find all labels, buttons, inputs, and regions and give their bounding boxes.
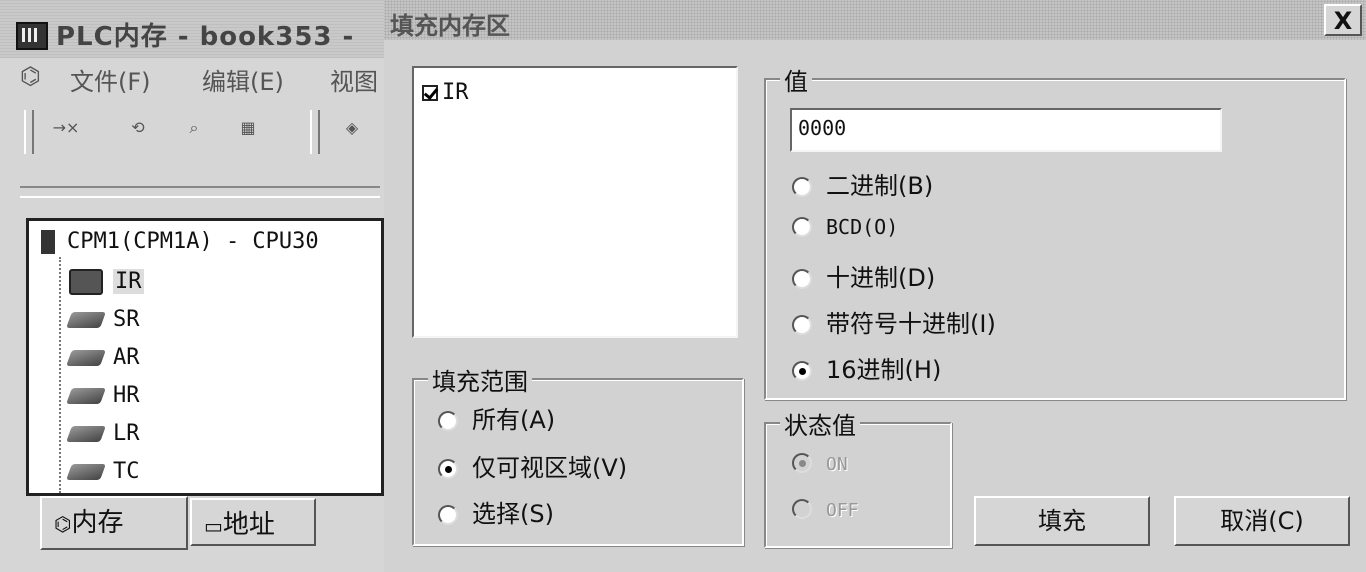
title-bar: PLC内存 - book353 - — [0, 0, 384, 58]
radio-bcd[interactable]: BCD(O) — [792, 212, 898, 246]
radio-visible-only[interactable]: 仅可视区域(V) — [438, 448, 627, 482]
fill-memory-dialog: 填充内存区 X IR 值 0000 二进制(B) BCD(O) 十进制(D) 带… — [384, 0, 1366, 572]
close-button[interactable]: X — [1324, 4, 1362, 36]
toolbar-grip[interactable] — [24, 110, 34, 154]
menu-file[interactable]: 文件(F) — [70, 62, 151, 97]
plc-icon — [41, 230, 55, 254]
app-icon — [16, 22, 48, 50]
radio-icon — [792, 217, 812, 237]
menu-bar: ⌬ 文件(F) 编辑(E) 视图 — [0, 60, 384, 96]
radio-icon — [438, 411, 458, 431]
radio-selected-icon — [792, 361, 812, 381]
tab-memory[interactable]: ⌬内存 — [40, 496, 188, 550]
radio-binary[interactable]: 二进制(B) — [792, 166, 933, 200]
splitter[interactable] — [20, 186, 380, 198]
radio-icon — [792, 177, 812, 197]
address-tab-icon: ▭ — [204, 514, 223, 538]
tab-strip: ⌬内存 ▭地址 — [40, 494, 380, 552]
ir-checkbox[interactable] — [422, 85, 438, 101]
fill-icon[interactable]: ◈ — [336, 118, 368, 146]
list-item-ir[interactable]: IR — [422, 80, 469, 105]
tree-item-tc[interactable]: TC — [66, 459, 140, 493]
find-icon[interactable]: ⌕ — [178, 118, 210, 146]
tree-item-hr[interactable]: HR — [66, 383, 140, 417]
plc-memory-window: PLC内存 - book353 - ⌬ 文件(F) 编辑(E) 视图 →× ⟲ … — [0, 0, 386, 572]
cancel-button[interactable]: 取消(C) — [1174, 496, 1350, 546]
tree-item-ar[interactable]: AR — [66, 345, 140, 379]
radio-hex[interactable]: 16进制(H) — [792, 350, 941, 384]
tree-connector — [59, 257, 61, 493]
chip-icon — [66, 388, 106, 404]
menu-view[interactable]: 视图 — [330, 62, 378, 97]
radio-icon — [438, 505, 458, 525]
tree-item-ir[interactable]: IR — [69, 269, 144, 303]
chip-icon: ⌬ — [20, 62, 41, 90]
menu-edit[interactable]: 编辑(E) — [202, 62, 284, 97]
chip-icon: ⌬ — [54, 512, 72, 536]
address-icon[interactable]: ▦ — [232, 118, 264, 146]
monitor-icon — [69, 269, 103, 295]
state-group-label: 状态值 — [780, 406, 860, 441]
memory-tree: CPM1(CPM1A) - CPU30 IR SR AR HR LR TC — [26, 218, 384, 496]
radio-all[interactable]: 所有(A) — [438, 400, 555, 434]
chip-icon — [66, 464, 106, 480]
toolbar: →× ⟲ ⌕ ▦ ◈ — [10, 104, 384, 154]
dialog-title: 填充内存区 — [390, 12, 510, 40]
fill-button[interactable]: 填充 — [974, 496, 1150, 546]
memory-area-list[interactable]: IR — [412, 66, 738, 338]
radio-selection[interactable]: 选择(S) — [438, 494, 554, 528]
radio-icon — [792, 315, 812, 335]
chip-icon — [66, 426, 106, 442]
toolbar-grip-2[interactable] — [310, 110, 320, 154]
tree-item-sr[interactable]: SR — [66, 307, 140, 341]
state-group: 状态值 — [764, 406, 952, 548]
radio-off: OFF — [792, 494, 859, 528]
tree-item-lr[interactable]: LR — [66, 421, 140, 455]
clear-icon[interactable]: →× — [50, 118, 82, 146]
chip-icon — [66, 350, 106, 366]
range-group-label: 填充范围 — [428, 362, 532, 397]
radio-signed-decimal[interactable]: 带符号十进制(I) — [792, 304, 996, 338]
tree-root[interactable]: CPM1(CPM1A) - CPU30 — [41, 229, 319, 254]
radio-icon — [792, 499, 812, 519]
radio-decimal[interactable]: 十进制(D) — [792, 258, 935, 292]
chip-icon — [66, 312, 106, 328]
tab-address[interactable]: ▭地址 — [190, 498, 316, 546]
radio-on: ON — [792, 448, 848, 482]
watch-icon[interactable]: ⟲ — [122, 118, 154, 146]
radio-selected-icon — [438, 459, 458, 479]
dialog-title-bar: 填充内存区 X — [384, 0, 1366, 40]
radio-icon — [792, 269, 812, 289]
value-group-label: 值 — [780, 62, 812, 97]
value-input[interactable]: 0000 — [790, 108, 1222, 152]
radio-selected-icon — [792, 453, 812, 473]
window-title: PLC内存 - book353 - — [56, 22, 355, 52]
